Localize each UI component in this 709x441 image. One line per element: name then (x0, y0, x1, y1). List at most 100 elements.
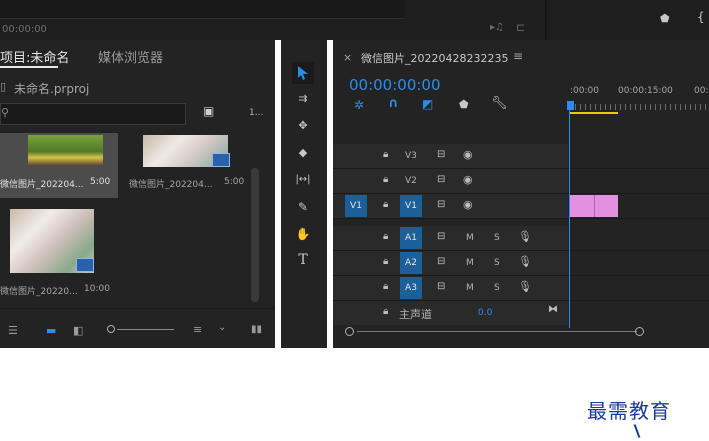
settings-wrench-icon[interactable]: 🔧︎ (491, 96, 508, 111)
sequence-timecode[interactable]: 00:00:00:00 (349, 76, 441, 94)
selection-tool-icon[interactable] (292, 62, 314, 84)
track-row-v2: 🔒︎ V2 ⊟ ◉ (333, 169, 709, 194)
clip-name: 微信图片_202204... (129, 180, 213, 190)
project-header: 项目:未命名 媒体浏览器 (0, 40, 275, 70)
project-scrollbar[interactable] (251, 168, 259, 302)
tab-media-browser[interactable]: 媒体浏览器 (98, 47, 163, 66)
lock-icon[interactable]: 🔒︎ (383, 256, 388, 267)
ruler-label: 00: (694, 86, 709, 96)
clip-card[interactable]: 微信图片_202204... 5:00 (124, 133, 248, 198)
lock-icon[interactable]: 🔒︎ (383, 149, 388, 160)
solo-button[interactable]: S (494, 283, 500, 293)
marker-icon[interactable]: ⬟ (660, 12, 670, 25)
top-panel: 00:00:00 ▸♫ ⊏ ⬟ { (0, 0, 709, 40)
master-volume-value[interactable]: 0.0 (478, 308, 492, 318)
go-to-end-icon[interactable]: ⧓ (548, 304, 558, 315)
track-header (333, 194, 568, 218)
sync-lock-icon[interactable]: ⊟ (437, 149, 445, 160)
track-target-a3[interactable]: A3 (400, 277, 422, 299)
microphone-icon[interactable]: 🎙︎ (518, 230, 532, 243)
export-frame-icon[interactable]: ▸♫ (490, 22, 504, 33)
nest-icon[interactable]: ✲ (354, 98, 364, 112)
eye-icon[interactable]: ◉ (463, 173, 473, 186)
zoom-slider[interactable] (107, 324, 174, 334)
search-input[interactable]: ⚲ (0, 103, 186, 125)
top-timecode: 00:00:00 (2, 24, 47, 35)
ruler-label: 00:00:15:00 (618, 86, 673, 96)
clip-duration: 10:00 (84, 284, 110, 294)
track-header (333, 301, 568, 325)
freeform-view-icon[interactable]: ◧ (73, 324, 83, 337)
pen-tool-icon[interactable]: ✎ (295, 199, 311, 215)
clip-thumbnail (28, 135, 103, 165)
sequence-tab-title[interactable]: 微信图片_20220428232235 (361, 50, 508, 66)
timeline-clip[interactable] (595, 195, 618, 217)
sync-lock-icon[interactable]: ⊟ (437, 199, 445, 210)
clip-duration: 5:00 (224, 177, 245, 187)
track-label[interactable]: V3 (405, 151, 417, 161)
ripple-edit-tool-icon[interactable]: ✥ (295, 117, 311, 133)
track-select-tool-icon[interactable]: ⇉ (295, 90, 311, 106)
sync-lock-icon[interactable]: ⊟ (437, 256, 445, 267)
ruler-ticks (570, 104, 709, 110)
snap-icon[interactable]: ∩ (388, 96, 399, 111)
linked-selection-icon[interactable]: ◩ (422, 97, 433, 111)
list-view-icon[interactable]: ☰ (8, 324, 18, 337)
work-area-bar[interactable] (570, 112, 618, 114)
solo-button[interactable]: S (494, 233, 500, 243)
timeline-clip[interactable] (570, 195, 595, 217)
lock-icon[interactable]: 🔒︎ (383, 231, 388, 242)
sync-lock-icon[interactable]: ⊟ (437, 231, 445, 242)
clip-card[interactable]: 微信图片_202204... 5:00 (0, 133, 118, 198)
track-row-a3: 🔒︎ A3 ⊟ M S 🎙︎ (333, 276, 709, 301)
playhead-line[interactable] (569, 110, 570, 328)
automate-icon[interactable]: ▮▮ (251, 324, 262, 335)
panel-divider (545, 0, 547, 40)
eye-icon[interactable]: ◉ (463, 198, 473, 211)
solo-button[interactable]: S (494, 258, 500, 268)
lift-icon[interactable]: ⊏ (516, 21, 525, 34)
track-header (333, 251, 568, 275)
scrollbar-start-handle[interactable] (345, 327, 354, 336)
close-icon[interactable]: × (343, 51, 352, 64)
type-tool-icon[interactable]: T (295, 252, 311, 268)
chevron-down-icon[interactable]: ⌄ (218, 322, 226, 333)
track-row-master: 🔒︎ 主声道 0.0 ⧓ (333, 301, 709, 325)
source-patch-v1[interactable]: V1 (345, 195, 367, 217)
lock-icon[interactable]: 🔒︎ (383, 199, 388, 210)
new-bin-icon[interactable]: ▣ (203, 104, 214, 118)
mute-button[interactable]: M (466, 258, 474, 268)
clip-name: 微信图片_20220... (0, 287, 78, 297)
panel-menu-icon[interactable]: ≡ (513, 49, 523, 63)
track-target-v1[interactable]: V1 (400, 195, 422, 217)
track-label[interactable]: V2 (405, 176, 417, 186)
lock-icon[interactable]: 🔒︎ (383, 174, 388, 185)
tab-project[interactable]: 项目:未命名 (0, 47, 69, 66)
microphone-icon[interactable]: 🎙︎ (518, 255, 532, 268)
icon-view-icon[interactable]: ▬ (46, 324, 56, 337)
microphone-icon[interactable]: 🎙︎ (518, 280, 532, 293)
zoom-slider-handle[interactable] (107, 325, 115, 333)
eye-icon[interactable]: ◉ (463, 148, 473, 161)
hand-tool-icon[interactable]: ✋ (295, 226, 311, 242)
lock-icon[interactable]: 🔒︎ (383, 306, 388, 317)
watermark-stroke (633, 424, 641, 438)
track-row-a2: 🔒︎ A2 ⊟ M S 🎙︎ (333, 251, 709, 276)
lock-icon[interactable]: 🔒︎ (383, 281, 388, 292)
razor-tool-icon[interactable]: ◆ (295, 144, 311, 160)
add-marker-icon[interactable]: ⬟ (459, 98, 469, 111)
clip-card[interactable]: 微信图片_20220... 10:00 (0, 206, 118, 301)
mute-button[interactable]: M (466, 283, 474, 293)
track-target-a1[interactable]: A1 (400, 227, 422, 249)
slip-tool-icon[interactable]: |↔| (295, 171, 311, 187)
track-target-a2[interactable]: A2 (400, 252, 422, 274)
sort-icon[interactable]: ≡ (193, 323, 202, 336)
time-ruler[interactable]: :00:00 00:00:15:00 00: (567, 78, 709, 116)
brace-icon[interactable]: { (697, 10, 705, 24)
timeline-scrollbar[interactable] (345, 327, 709, 337)
scrollbar-end-handle[interactable] (635, 327, 644, 336)
playhead-handle[interactable] (567, 101, 574, 110)
sync-lock-icon[interactable]: ⊟ (437, 174, 445, 185)
sync-lock-icon[interactable]: ⊟ (437, 281, 445, 292)
mute-button[interactable]: M (466, 233, 474, 243)
